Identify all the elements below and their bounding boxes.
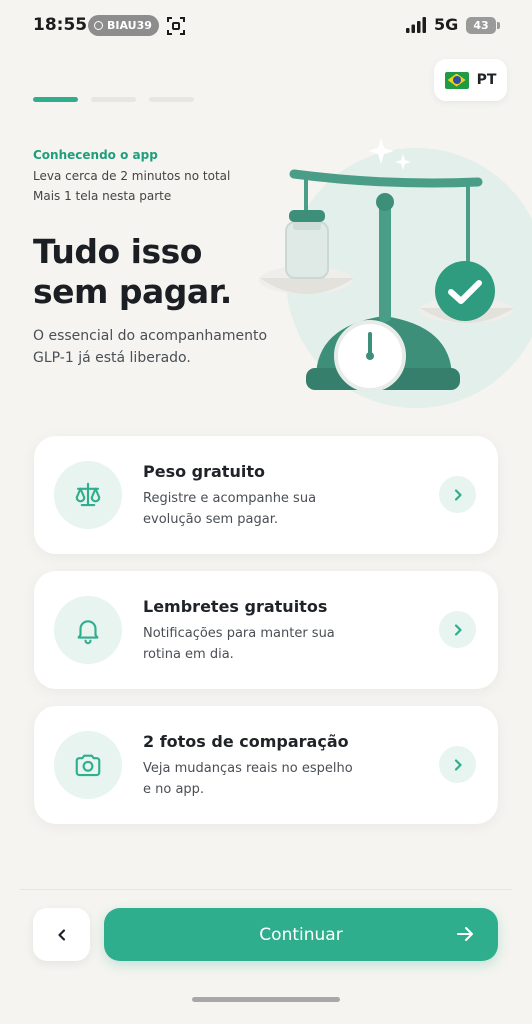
network-type: 5G [434,15,459,34]
time-estimate: Leva cerca de 2 minutos no total [33,169,231,183]
feature-card-photos[interactable]: 2 fotos de comparação Veja mudanças reai… [34,706,498,824]
feature-title: 2 fotos de comparação [143,732,349,751]
brazil-flag-icon [444,71,469,89]
carrier-badge: BIAU39 [88,15,159,36]
battery-icon: 43 [466,17,500,34]
page-description: O essencial do acompanhamento GLP-1 já e… [33,328,268,366]
screens-remaining: Mais 1 tela nesta parte [33,189,172,203]
home-indicator [192,997,340,1002]
section-kicker: Conhecendo o app [33,148,158,162]
carrier-icon [94,21,103,30]
language-selector[interactable]: PT [434,59,507,101]
continue-button[interactable]: Continuar [104,908,498,961]
feature-card-weight[interactable]: Peso gratuito Registre e acompanhe sua e… [34,436,498,554]
feature-icon-container [54,461,122,529]
progress-step-2 [91,97,136,102]
bell-icon [77,620,99,645]
feature-icon-container [54,731,122,799]
scale-icon [75,482,101,507]
status-time: 18:55 [33,15,88,35]
feature-title: Lembretes gratuitos [143,597,328,616]
chevron-right-icon[interactable] [439,476,476,513]
continue-label: Continuar [259,924,343,945]
carrier-label: BIAU39 [107,19,152,32]
scale-illustration [259,138,532,408]
footer-divider [20,889,512,890]
page-title: Tudo isso sem pagar. [33,232,232,311]
progress-step-1 [33,97,78,102]
scan-icon [167,17,185,35]
chevron-left-icon [57,928,65,941]
feature-description: Veja mudanças reais no espelho e no app. [143,761,353,797]
onboarding-progress [33,97,194,102]
chevron-right-icon[interactable] [439,746,476,783]
back-button[interactable] [33,908,90,961]
feature-card-reminders[interactable]: Lembretes gratuitos Notificações para ma… [34,571,498,689]
feature-description: Registre e acompanhe sua evolução sem pa… [143,491,317,527]
status-bar: 18:55 BIAU39 5G 43 [0,0,532,52]
feature-title: Peso gratuito [143,462,265,481]
signal-icon [406,17,426,33]
chevron-right-icon[interactable] [439,611,476,648]
progress-step-3 [149,97,194,102]
language-code: PT [476,72,497,88]
camera-icon [75,754,101,777]
feature-description: Notificações para manter sua rotina em d… [143,626,335,662]
feature-icon-container [54,596,122,664]
arrow-right-icon [457,927,473,941]
